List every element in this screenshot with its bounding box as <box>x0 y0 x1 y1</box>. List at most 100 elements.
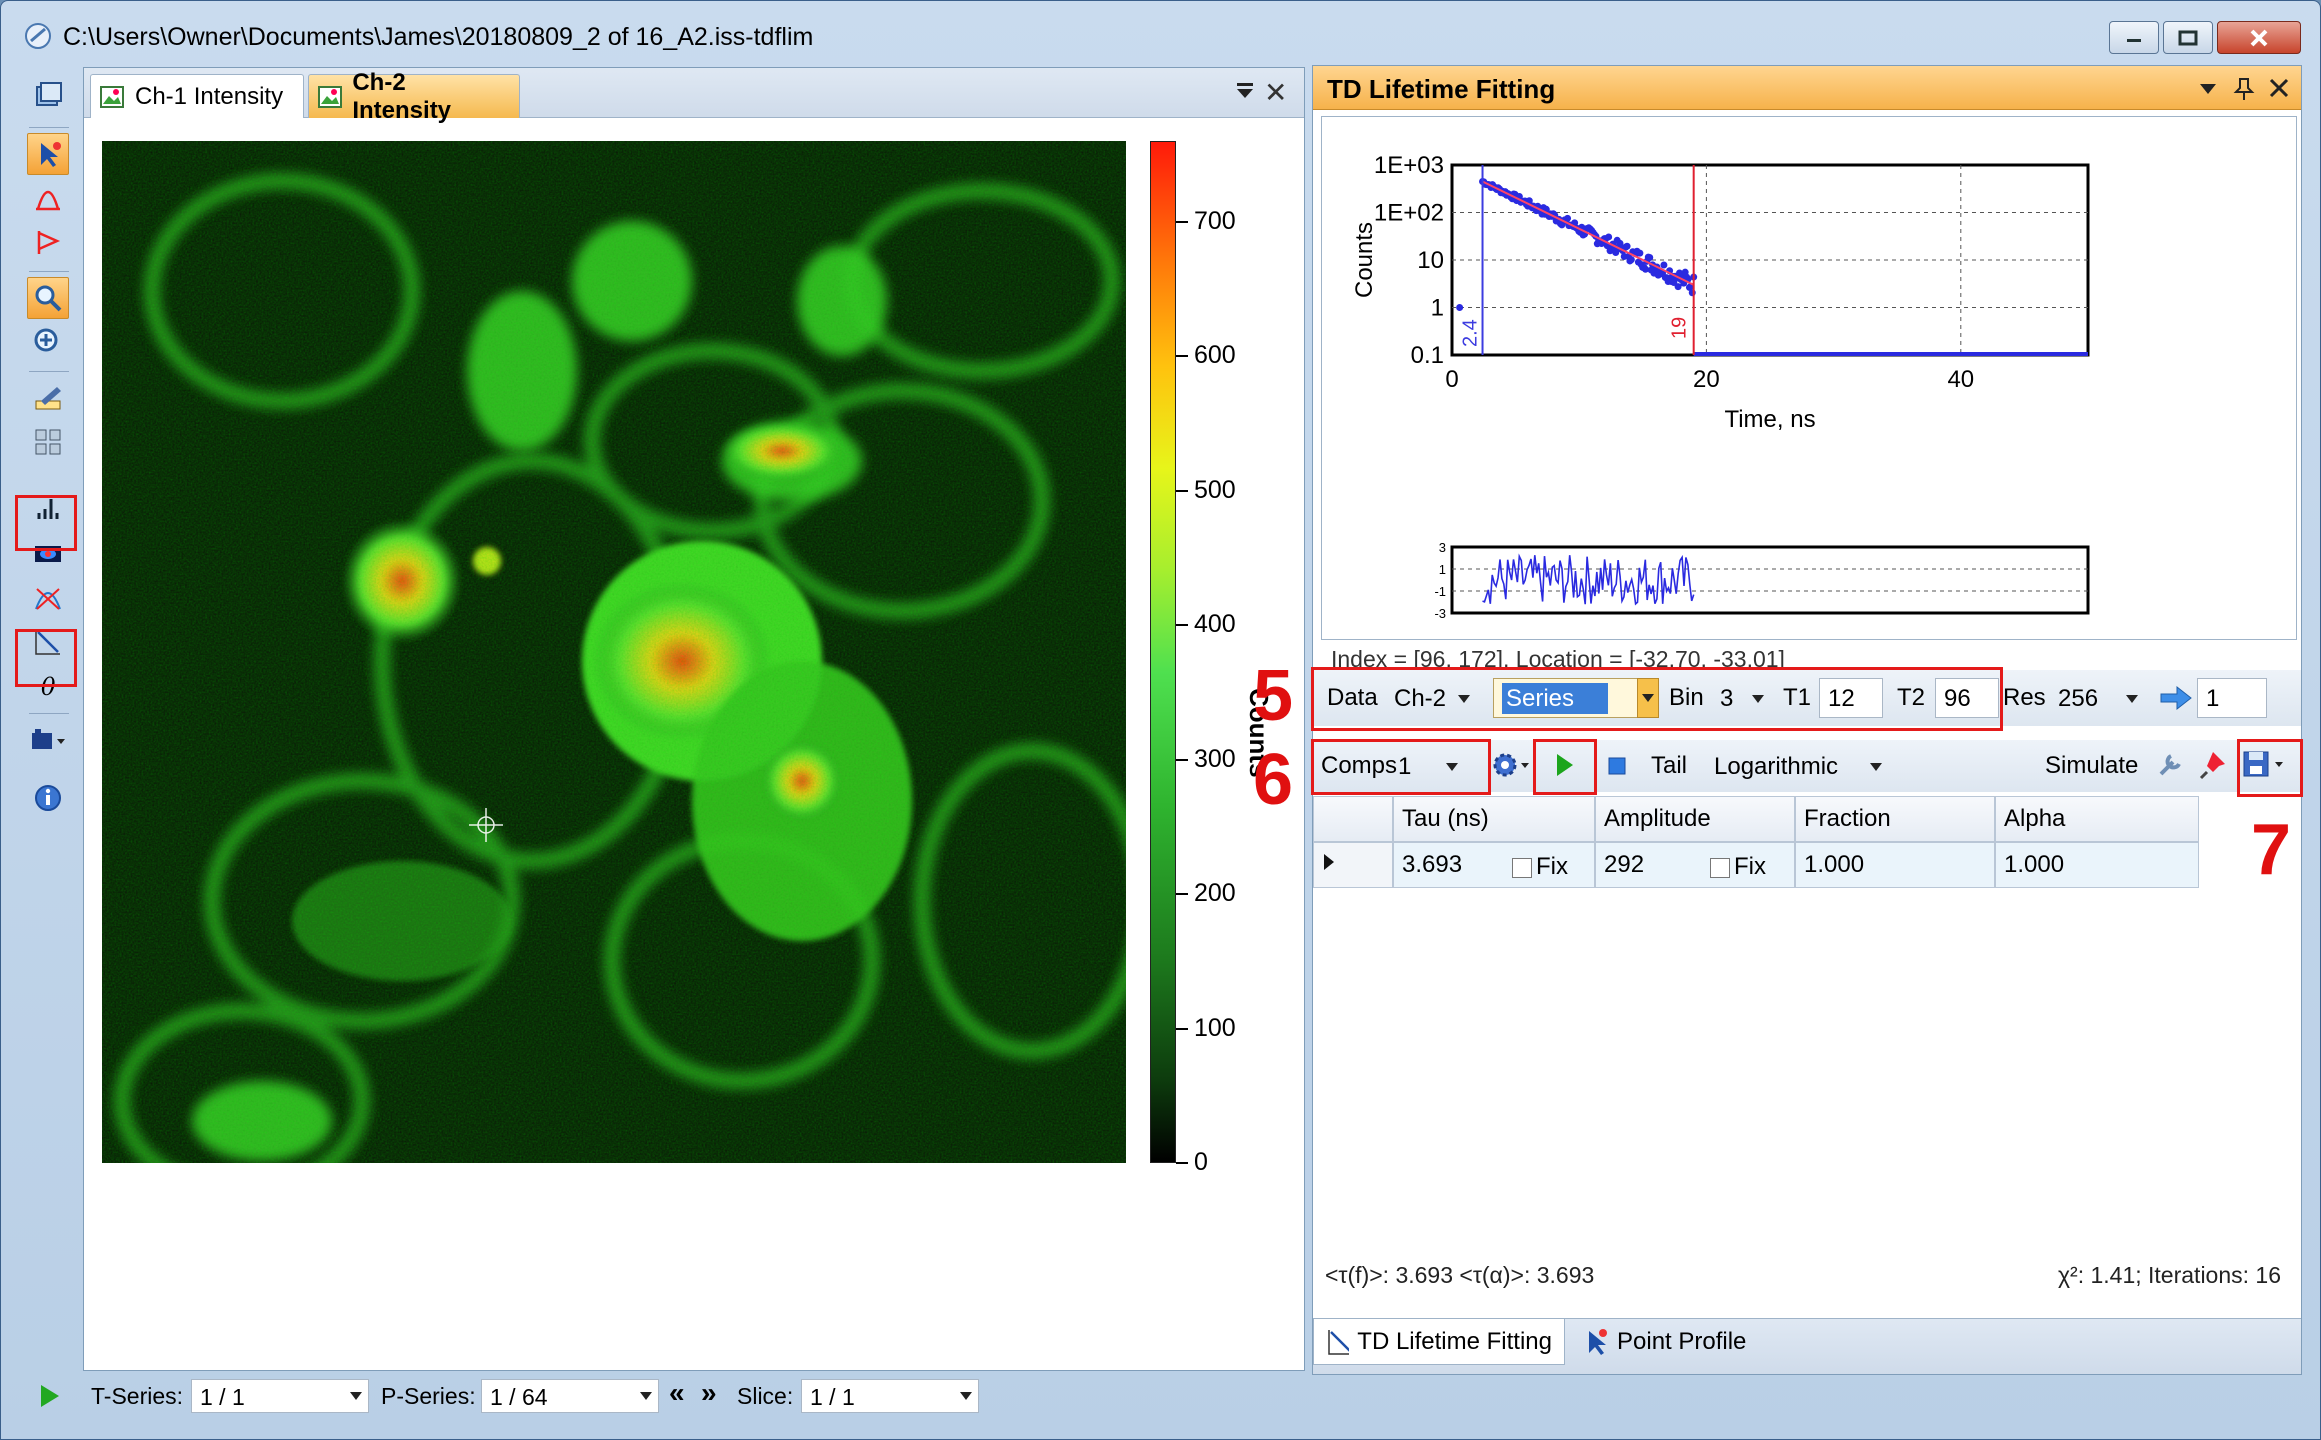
x-tick-label: 0 <box>1445 366 1458 393</box>
step-input[interactable]: 1 <box>2197 678 2267 718</box>
tail-value: Logarithmic <box>1714 753 1839 780</box>
pencil-icon <box>35 387 61 410</box>
data-point <box>1688 289 1696 297</box>
colorbar-tick-label: 300 <box>1194 744 1236 773</box>
annotation-box-6a <box>1311 739 1491 795</box>
colorbar-tick-label: 100 <box>1194 1013 1236 1042</box>
pin-icon[interactable] <box>2233 76 2255 102</box>
t-series-label: T-Series: <box>91 1383 184 1409</box>
tab-ch1-intensity[interactable]: Ch-1 Intensity <box>90 74 304 118</box>
colorbar-tick <box>1176 758 1188 761</box>
colorbar-tick-label: 400 <box>1194 610 1236 639</box>
fit-panel-bottom-tabs: TD Lifetime Fitting Point Profile <box>1313 1318 2301 1374</box>
row-selector[interactable] <box>1313 842 1393 888</box>
panel-close-icon[interactable]: ✕ <box>1264 76 1287 109</box>
colorbar-tick-label: 500 <box>1194 475 1236 504</box>
tab-ch2-intensity[interactable]: Ch-2 Intensity <box>308 69 520 124</box>
plot-frame <box>1450 163 2090 357</box>
fraction-cell[interactable]: 1.000 <box>1795 842 1995 888</box>
t-series-select[interactable]: 1 / 1 <box>191 1379 369 1413</box>
data-point <box>1660 261 1668 269</box>
decay-chart[interactable]: 1E+03 1E+02 10 1 0.10 20 40 Time, ns Counts 2.4 19… <box>1322 117 2298 641</box>
step-value: 1 <box>2206 685 2220 712</box>
film-dropdown-icon <box>32 729 65 749</box>
p-series-select[interactable]: 1 / 64 <box>481 1379 659 1413</box>
column-header-tau[interactable]: Tau (ns) <box>1393 796 1595 842</box>
dropdown-arrow-icon[interactable] <box>2197 80 2219 98</box>
res-select[interactable]: 256 <box>2049 678 2145 718</box>
residual-frame <box>1450 545 2090 615</box>
close-button[interactable] <box>2217 21 2301 54</box>
minimize-button[interactable] <box>2109 21 2159 54</box>
colorbar-tick <box>1176 489 1188 492</box>
zoom-tool-button[interactable] <box>27 277 69 319</box>
data-point <box>1456 304 1464 311</box>
tab-label: Ch-1 Intensity <box>135 82 284 110</box>
next-series-button[interactable]: » <box>701 1377 717 1409</box>
phasor-tool-button[interactable] <box>27 577 69 619</box>
dropdown-menu-icon[interactable] <box>1234 80 1256 102</box>
flag-icon <box>37 231 61 254</box>
alpha-cell[interactable]: 1.000 <box>1995 842 2199 888</box>
grid-icon <box>35 429 61 455</box>
tail-select[interactable]: Logarithmic <box>1705 746 1889 786</box>
cell-image-render <box>102 141 1126 1163</box>
colorbar <box>1150 141 1176 1163</box>
prev-series-button[interactable]: « <box>669 1377 685 1409</box>
residual-tick-label: 1 <box>1439 562 1446 577</box>
residual-tick-label: -1 <box>1434 584 1446 599</box>
column-header-amplitude[interactable]: Amplitude <box>1595 796 1795 842</box>
play-icon[interactable] <box>37 1383 61 1409</box>
apply-arrow-icon[interactable] <box>2159 684 2193 712</box>
edit-tool-button[interactable] <box>27 377 69 419</box>
cursor-star-icon <box>41 142 61 167</box>
maximize-button[interactable] <box>2163 21 2213 54</box>
settings-gear-icon[interactable] <box>1491 750 1531 780</box>
amplitude-cell[interactable]: 292 Fix <box>1595 842 1795 888</box>
info-button[interactable] <box>27 777 69 819</box>
tau-fix-checkbox[interactable]: Fix <box>1512 853 1568 881</box>
t-series-value: 1 / 1 <box>200 1384 245 1410</box>
colorbar-tick <box>1176 893 1188 896</box>
res-label: Res <box>2003 684 2046 711</box>
colorbar-tick-label: 0 <box>1194 1148 1208 1176</box>
annotation-label-6: 6 <box>1253 740 1294 820</box>
colorbar-tick-label: 700 <box>1194 206 1236 235</box>
image-icon <box>100 85 124 108</box>
colorbar-tick <box>1176 355 1188 358</box>
close-icon[interactable] <box>2267 76 2291 100</box>
wrench-icon[interactable] <box>2155 748 2187 780</box>
decay-plot-panel: 1E+03 1E+02 10 1 0.1 0 20 40 Time, ns Counts 2.4 19… <box>1321 116 2297 640</box>
tau-cell[interactable]: 3.693 Fix <box>1393 842 1595 888</box>
checkbox-icon <box>1512 857 1532 878</box>
residual-tick-label: 3 <box>1439 540 1446 555</box>
annotation-box-6b <box>1533 739 1597 795</box>
app-window: C:\Users\Owner\Documents\James\20180809_… <box>0 0 2321 1440</box>
tab-td-lifetime-fitting[interactable]: TD Lifetime Fitting <box>1313 1319 1565 1365</box>
slice-select[interactable]: 1 / 1 <box>801 1379 979 1413</box>
flag-tool-button[interactable] <box>27 221 69 263</box>
res-value: 256 <box>2058 685 2099 712</box>
peak-tool-button[interactable] <box>27 177 69 219</box>
info-icon <box>35 785 61 811</box>
column-header-alpha[interactable]: Alpha <box>1995 796 2199 842</box>
stop-icon[interactable] <box>1607 756 1627 776</box>
grid-view-button[interactable] <box>27 421 69 463</box>
point-select-button[interactable] <box>27 133 69 175</box>
column-header-fraction[interactable]: Fraction <box>1795 796 1995 842</box>
export-menu-button[interactable] <box>27 719 69 761</box>
table-header-row: Tau (ns) Amplitude Fraction Alpha <box>1313 796 2201 842</box>
colorbar-tick-label: 200 <box>1194 879 1236 908</box>
annotation-label-7: 7 <box>2251 810 2292 890</box>
tab-point-profile[interactable]: Point Profile <box>1571 1319 1791 1365</box>
row-header-corner <box>1313 796 1393 842</box>
slice-label: Slice: <box>737 1383 794 1409</box>
image-icon <box>318 85 342 108</box>
intensity-image[interactable] <box>102 141 1126 1163</box>
table-row[interactable]: 3.693 Fix 292 Fix 1.000 1.000 <box>1313 842 2201 888</box>
pin-marker-icon[interactable] <box>2199 748 2231 780</box>
zoom-fit-button[interactable] <box>27 321 69 363</box>
amplitude-fix-checkbox[interactable]: Fix <box>1710 853 1766 881</box>
open-image-button[interactable] <box>27 75 69 117</box>
t2-marker-label: 19 <box>1669 317 1691 339</box>
